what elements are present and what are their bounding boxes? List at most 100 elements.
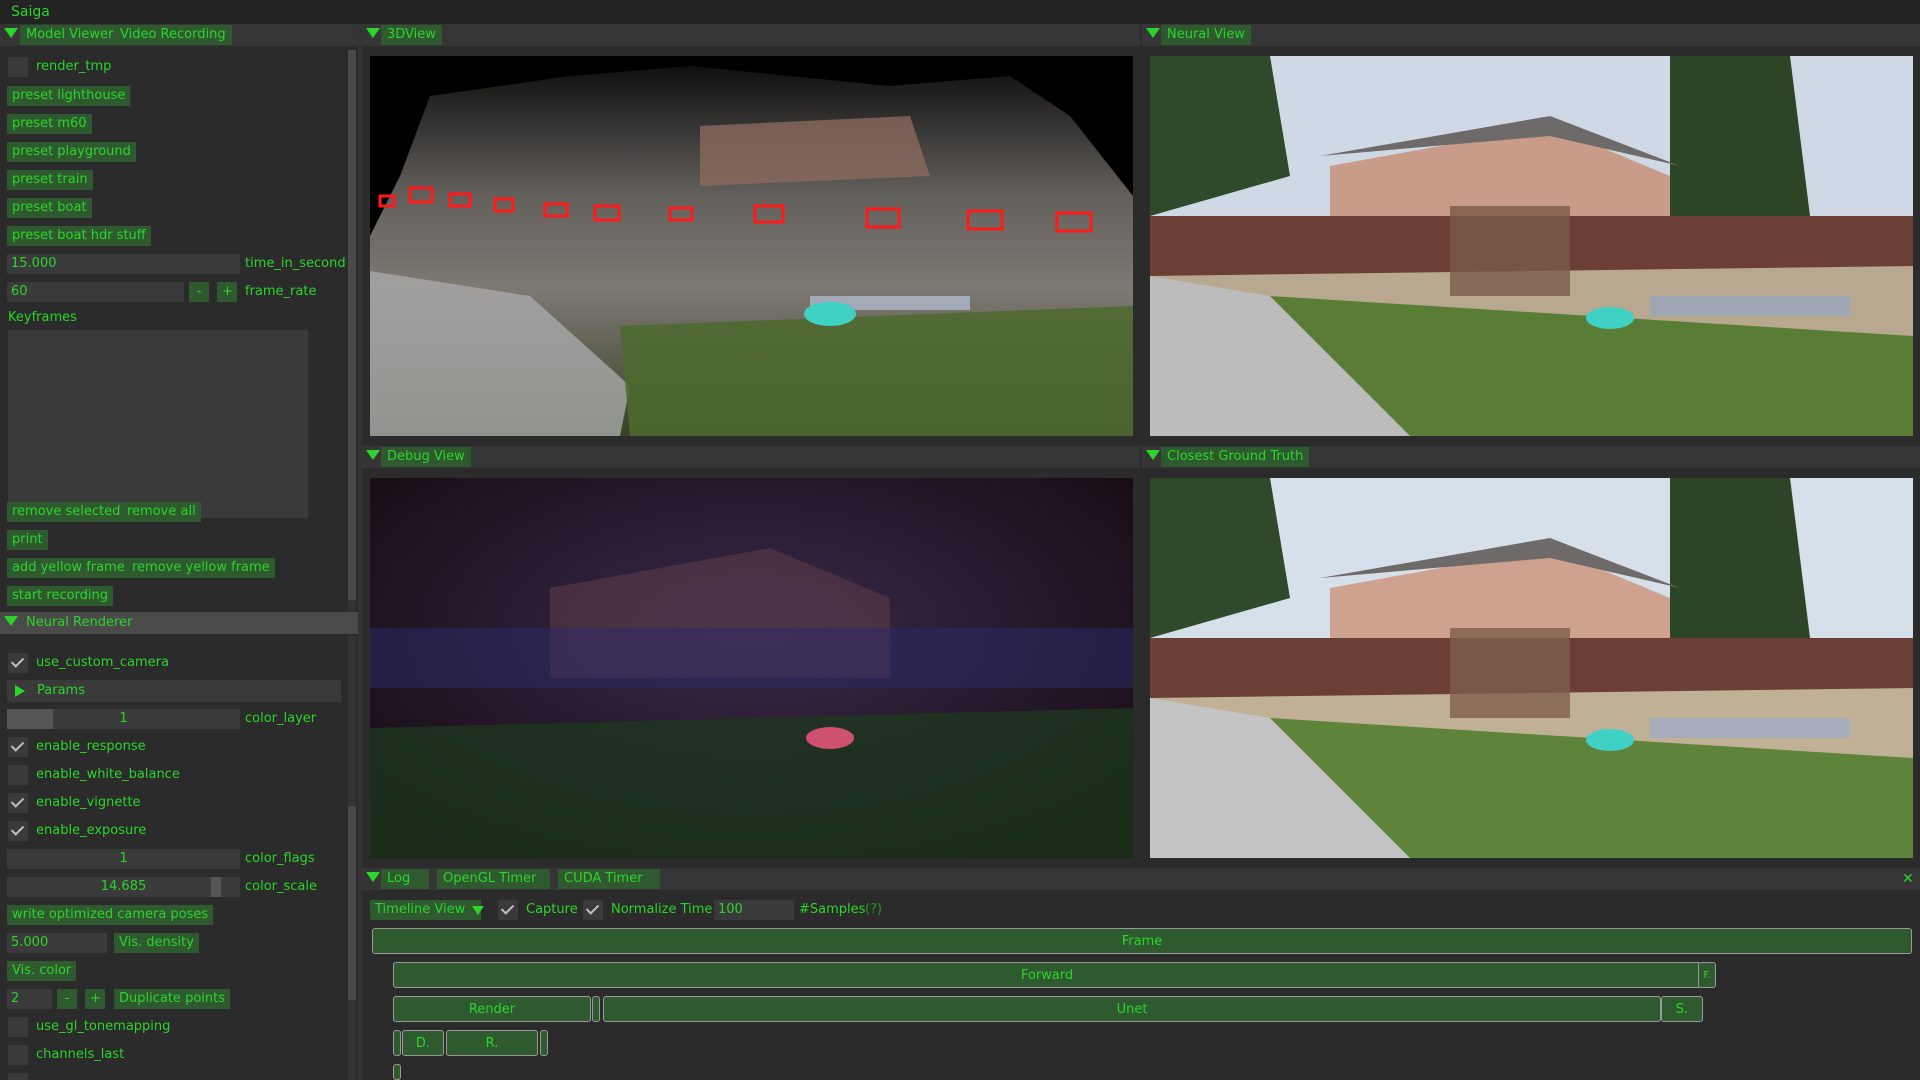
channels-last-label: channels_last bbox=[36, 1047, 125, 1062]
debug-view-panel: Debug View bbox=[362, 446, 1140, 866]
neural-renderer-header[interactable]: Neural Renderer bbox=[0, 612, 360, 634]
tab-debug-view[interactable]: Debug View bbox=[381, 447, 471, 467]
params-collapsible[interactable]: Params bbox=[7, 680, 341, 702]
left-bottom-scroll-thumb[interactable] bbox=[348, 806, 356, 1000]
frame-rate-decrement-button[interactable]: - bbox=[189, 282, 209, 302]
enable-response-label: enable_response bbox=[36, 739, 146, 754]
left-top-header: Model Viewer Video Recording bbox=[0, 24, 360, 46]
print-button[interactable]: print bbox=[7, 530, 48, 550]
collapse-triangle-icon[interactable] bbox=[1146, 28, 1160, 38]
tab-3dview[interactable]: 3DView bbox=[381, 25, 442, 45]
tab-neural-view[interactable]: Neural View bbox=[1161, 25, 1251, 45]
use-custom-camera-checkbox[interactable] bbox=[8, 653, 28, 673]
keyframes-list[interactable] bbox=[8, 330, 308, 518]
ground-truth-canvas[interactable] bbox=[1150, 478, 1913, 858]
tab-model-viewer[interactable]: Model Viewer bbox=[20, 25, 120, 45]
left-bottom-scrollbar[interactable] bbox=[348, 636, 356, 1080]
preset-lighthouse-button[interactable]: preset lighthouse bbox=[7, 86, 131, 106]
flame-bar-leaf[interactable] bbox=[393, 1064, 401, 1080]
normalize-time-label: Normalize Time bbox=[611, 902, 713, 917]
duplicate-decrement-button[interactable]: - bbox=[57, 989, 77, 1009]
density-input[interactable]: 5.000 bbox=[7, 933, 107, 953]
collapse-triangle-icon[interactable] bbox=[1146, 450, 1160, 460]
flame-bar-r[interactable]: R. bbox=[446, 1030, 538, 1056]
color-scale-slider[interactable]: 14.685 bbox=[7, 877, 240, 897]
render-tmp-label: render_tmp bbox=[36, 59, 112, 74]
timeline-view-select[interactable]: Timeline View bbox=[370, 900, 484, 920]
duplicate-increment-button[interactable]: + bbox=[85, 989, 105, 1009]
flame-bar-d-gap[interactable] bbox=[393, 1030, 401, 1056]
duplicate-points-button[interactable]: Duplicate points bbox=[114, 989, 230, 1009]
flame-bar-forward[interactable]: Forward bbox=[393, 962, 1701, 988]
samples-label: #Samples bbox=[799, 902, 866, 917]
timeline-view-value: Timeline View bbox=[375, 902, 466, 917]
frame-rate-increment-button[interactable]: + bbox=[217, 282, 237, 302]
capture-checkbox[interactable] bbox=[498, 900, 518, 920]
color-layer-slider[interactable]: 1 bbox=[7, 709, 240, 729]
help-marker[interactable]: (?) bbox=[865, 900, 882, 920]
color-flags-slider[interactable]: 1 bbox=[7, 849, 240, 869]
enable-response-checkbox[interactable] bbox=[8, 737, 28, 757]
neural-view-header: Neural View bbox=[1142, 24, 1920, 46]
collapse-triangle-icon[interactable] bbox=[4, 28, 18, 38]
debug-view-canvas[interactable] bbox=[370, 478, 1133, 858]
preset-m60-button[interactable]: preset m60 bbox=[7, 114, 92, 134]
left-bottom-panel: use_center_tensor Neural Renderer use_cu… bbox=[0, 612, 360, 1080]
flame-bar-d[interactable]: D. bbox=[402, 1030, 444, 1056]
left-top-scroll-thumb[interactable] bbox=[348, 50, 356, 600]
enable-white-balance-checkbox[interactable] bbox=[8, 765, 28, 785]
flame-bar-s[interactable]: S. bbox=[1661, 996, 1703, 1022]
tab-opengl-timer[interactable]: OpenGL Timer bbox=[437, 869, 550, 889]
samples-input[interactable]: 100 bbox=[714, 900, 794, 920]
ground-truth-image bbox=[1150, 478, 1913, 858]
vis-density-button[interactable]: Vis. density bbox=[114, 933, 199, 953]
time-in-second-input[interactable]: 15.000 bbox=[7, 254, 240, 274]
duplicate-count-input[interactable]: 2 bbox=[7, 989, 52, 1009]
timer-header: Log OpenGL Timer CUDA Timer ✕ bbox=[362, 868, 1920, 890]
add-yellow-frame-button[interactable]: add yellow frame bbox=[7, 558, 130, 578]
tab-video-recording[interactable]: Video Recording bbox=[114, 25, 232, 45]
preset-boat-hdr-button[interactable]: preset boat hdr stuff bbox=[7, 226, 151, 246]
tab-log[interactable]: Log bbox=[381, 869, 429, 889]
neural-view-canvas[interactable] bbox=[1150, 56, 1913, 436]
color-layer-label: color_layer bbox=[245, 711, 317, 726]
enable-exposure-checkbox[interactable] bbox=[8, 821, 28, 841]
enable-vignette-label: enable_vignette bbox=[36, 795, 141, 810]
remove-all-button[interactable]: remove all bbox=[122, 502, 201, 522]
flame-bar-frame[interactable]: Frame bbox=[372, 928, 1912, 954]
normalize-time-checkbox[interactable] bbox=[583, 900, 603, 920]
flame-bar-forward-small[interactable]: F. bbox=[1698, 962, 1716, 988]
tab-cuda-timer[interactable]: CUDA Timer bbox=[558, 869, 660, 889]
frame-rate-input[interactable]: 60 bbox=[7, 282, 184, 302]
preset-boat-button[interactable]: preset boat bbox=[7, 198, 92, 218]
remove-selected-button[interactable]: remove selected bbox=[7, 502, 126, 522]
enable-vignette-checkbox[interactable] bbox=[8, 793, 28, 813]
collapse-triangle-icon[interactable] bbox=[366, 450, 380, 460]
debug-render-image bbox=[370, 478, 1133, 858]
timeline-flamegraph[interactable]: Frame Forward F. Render Unet S. D. R. bbox=[370, 928, 1912, 1080]
remove-yellow-frame-button[interactable]: remove yellow frame bbox=[127, 558, 275, 578]
flame-bar-render[interactable]: Render bbox=[393, 996, 591, 1022]
close-icon[interactable]: ✕ bbox=[1902, 869, 1914, 889]
use-gl-tonemapping-checkbox[interactable] bbox=[8, 1017, 28, 1037]
neural-renderer-title: Neural Renderer bbox=[26, 615, 133, 630]
flame-bar-r-gap[interactable] bbox=[540, 1030, 548, 1056]
flame-bar-render-gap[interactable] bbox=[592, 996, 600, 1022]
collapse-triangle-icon[interactable] bbox=[4, 616, 18, 626]
flame-bar-unet[interactable]: Unet bbox=[603, 996, 1661, 1022]
params-label: Params bbox=[37, 683, 85, 698]
collapse-triangle-icon[interactable] bbox=[366, 872, 380, 882]
write-optimized-camera-poses-button[interactable]: write optimized camera poses bbox=[7, 905, 214, 925]
start-recording-button[interactable]: start recording bbox=[7, 586, 114, 606]
render-tmp-checkbox[interactable] bbox=[8, 57, 28, 77]
tab-closest-ground-truth[interactable]: Closest Ground Truth bbox=[1161, 447, 1310, 467]
preset-train-button[interactable]: preset train bbox=[7, 170, 93, 190]
color-scale-label: color_scale bbox=[245, 879, 318, 894]
left-top-scrollbar[interactable] bbox=[348, 50, 356, 612]
vis-color-button[interactable]: Vis. color bbox=[7, 961, 77, 981]
collapse-triangle-icon[interactable] bbox=[366, 28, 380, 38]
preset-playground-button[interactable]: preset playground bbox=[7, 142, 136, 162]
next-option-checkbox[interactable] bbox=[8, 1073, 28, 1080]
channels-last-checkbox[interactable] bbox=[8, 1045, 28, 1065]
view3d-canvas[interactable] bbox=[370, 56, 1133, 436]
